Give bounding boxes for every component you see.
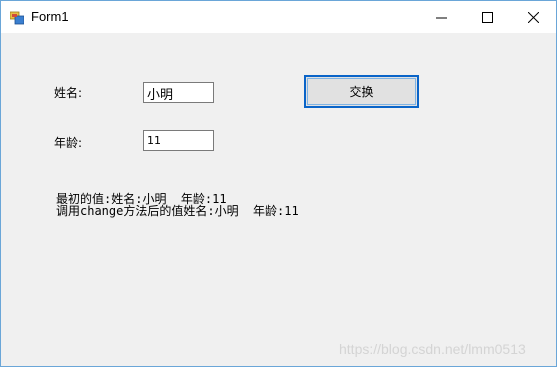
close-button[interactable] [510,1,556,33]
close-icon [527,11,539,23]
maximize-button[interactable] [464,1,510,33]
maximize-icon [481,11,493,23]
form1-window: Form1 姓名: 小明 交换 年龄: 11 最初的值:姓名:小明 年龄:11 … [0,0,557,367]
name-label: 姓名: [54,86,83,100]
name-input[interactable]: 小明 [143,82,214,103]
swap-button-label: 交换 [349,85,374,99]
minimize-button[interactable] [418,1,464,33]
minimize-icon [435,17,447,18]
window-title: Form1 [31,9,69,24]
app-icon [9,10,25,25]
result-after-change-label: 调用change方法后的值姓名:小明 年龄:11 [56,204,299,218]
swap-button[interactable]: 交换 [304,75,419,108]
watermark: https://blog.csdn.net/lmm0513 [339,341,526,357]
age-label: 年龄: [54,136,83,150]
age-input[interactable]: 11 [143,130,214,151]
title-bar[interactable]: Form1 [1,1,556,33]
